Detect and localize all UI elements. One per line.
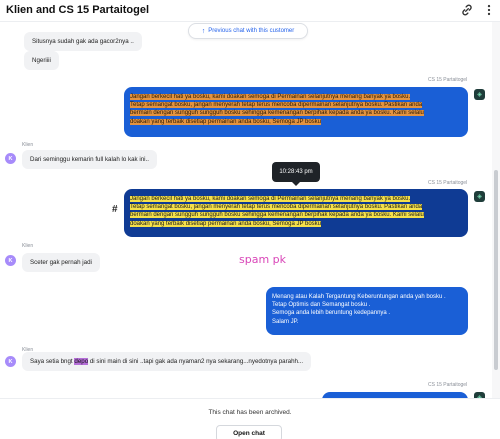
chat-header: Klien and CS 15 Partaitogel (0, 0, 500, 22)
client-message: Ngeriiii (24, 51, 59, 70)
client-avatar: K (5, 153, 16, 164)
client-sender-name: Klien (22, 142, 34, 148)
client-avatar: K (5, 255, 16, 266)
agent-message: Jangan berkecil hati ya bosku, kami doak… (124, 87, 468, 137)
client-message: Sceter gak pernah jadi (22, 253, 100, 272)
chat-title: Klien and CS 15 Partaitogel (6, 4, 150, 16)
chat-transcript[interactable]: Situsnya sudah gak ada gacor2nya .. Nger… (0, 22, 492, 398)
agent-message-selected: Jangan berkecil hati ya bosku, kami doak… (124, 189, 468, 237)
hash-marker: # (112, 204, 118, 215)
annotation-text: spam pk (239, 253, 287, 266)
link-icon[interactable] (460, 3, 474, 17)
arrow-up-icon: ↑ (201, 27, 206, 35)
agent-message: Menang atau Kalah Tergantung Keberuntung… (266, 287, 468, 335)
client-message: Situsnya sudah gak ada gacor2nya .. (24, 32, 142, 51)
agent-sender-name: CS 15 Partaitogel (428, 77, 468, 83)
agent-avatar: ◈ (474, 191, 485, 202)
previous-chat-label: Previous chat with this customer (208, 28, 295, 34)
client-message: Dari seminggu kemarin full kalah lo kak … (22, 150, 157, 169)
agent-avatar: ◈ (474, 89, 485, 100)
client-avatar: K (5, 356, 16, 367)
agent-sender-name: CS 15 Partaitogel (428, 382, 468, 388)
client-sender-name: Klien (22, 243, 34, 249)
scrollbar-thumb[interactable] (494, 170, 498, 370)
previous-chat-button[interactable]: ↑ Previous chat with this customer (188, 23, 308, 39)
archived-notice: This chat has been archived. (208, 409, 292, 416)
open-chat-button[interactable]: Open chat (216, 425, 282, 439)
agent-sender-name: CS 15 Partaitogel (428, 180, 468, 186)
more-vertical-icon[interactable] (482, 3, 496, 17)
timestamp-tooltip: 10:28:43 pm (272, 162, 320, 186)
chat-footer: This chat has been archived. Open chat (0, 398, 500, 439)
client-message: Saya setia bngt depo di sini main di sin… (22, 352, 312, 371)
